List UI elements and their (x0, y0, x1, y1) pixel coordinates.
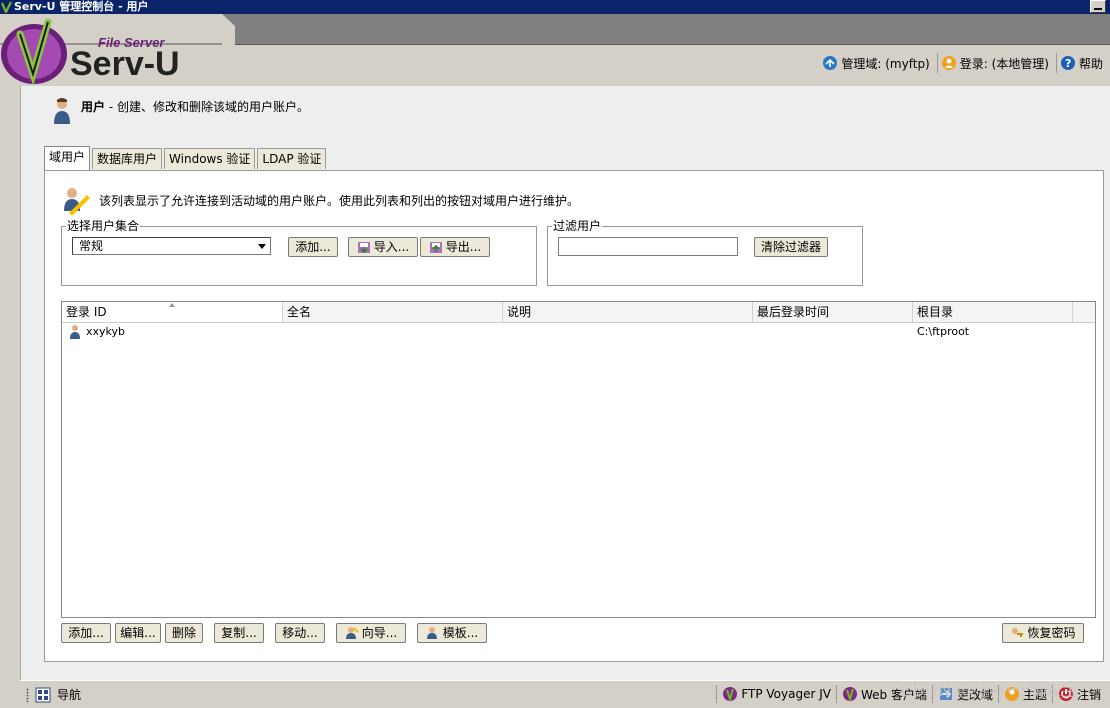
recover-password-button[interactable]: 恢复密码 (1002, 623, 1084, 643)
user-collection-group: 选择用户集合 常规 添加... 导入... 导出... (61, 219, 537, 286)
user-collection-group-title: 选择用户集合 (66, 219, 141, 233)
login-label: 登录: (本地管理) (959, 56, 1049, 71)
navigation-icon (35, 687, 51, 702)
filter-users-group-title: 过滤用户 (552, 219, 603, 233)
help-label: 帮助 (1078, 56, 1103, 71)
page-title: 用户 (81, 100, 106, 114)
nav-label: 导航 (57, 688, 82, 702)
template-label: 模板... (442, 626, 479, 640)
user-row-icon (70, 325, 80, 339)
web-client-link[interactable]: Web 客户端 (835, 685, 932, 703)
tab-database-users[interactable]: 数据库用户 (92, 148, 163, 169)
export-label: 导出... (445, 240, 482, 254)
wizard-icon (345, 627, 359, 639)
add-user-button[interactable]: 添加... (61, 623, 111, 643)
domain-label: 管理域: (myftp) (841, 56, 930, 71)
cell-root-dir: C:\ftproot (917, 325, 970, 338)
page-description: 用户 - 创建、修改和删除该域的用户账户。 (51, 96, 309, 126)
import-label: 导入... (373, 240, 410, 254)
change-domain-icon (939, 688, 952, 700)
template-button[interactable]: 模板... (417, 623, 487, 643)
panel-info-text: 该列表显示了允许连接到活动域的用户账户。使用此列表和列出的按钮对域用户进行维护。 (99, 193, 580, 208)
page-subtitle: - 创建、修改和删除该域的用户账户。 (105, 100, 309, 114)
logout-icon (1058, 687, 1073, 701)
change-domain-label: 更改域 (956, 687, 993, 702)
logout-link[interactable]: 注销 (1051, 685, 1106, 703)
status-links: FTP Voyager JV Web 客户端 更改域 主题 注销 (716, 685, 1106, 703)
filter-users-group: 过滤用户 清除过滤器 (547, 219, 863, 286)
delete-user-button[interactable]: 删除 (165, 623, 203, 643)
tab-ldap-auth[interactable]: LDAP 验证 (257, 148, 327, 169)
user-collection-value: 常规 (79, 239, 104, 253)
chevron-down-icon (258, 244, 266, 249)
user-login-icon (941, 56, 956, 70)
column-login-id[interactable]: 登录 ID (62, 302, 283, 322)
theme-label: 主题 (1022, 687, 1047, 702)
filter-input[interactable] (558, 237, 738, 256)
recover-password-label: 恢复密码 (1027, 626, 1076, 640)
grip-dots-icon (26, 687, 29, 702)
table-row[interactable]: xxykyb C:\ftproot (62, 323, 1095, 341)
ftp-voyager-icon (723, 687, 738, 702)
web-client-label: Web 客户端 (860, 687, 927, 702)
panel-info: 该列表显示了允许连接到活动域的用户账户。使用此列表和列出的按钮对域用户进行维护。 (61, 185, 579, 215)
logout-label: 注销 (1076, 687, 1101, 702)
tab-domain-users[interactable]: 域用户 (44, 146, 91, 170)
column-root-dir[interactable]: 根目录 (913, 302, 1073, 322)
ftp-voyager-link[interactable]: FTP Voyager JV (716, 685, 836, 703)
status-bar: 导航 FTP Voyager JV Web 客户端 更改域 主题 注销 (20, 680, 1110, 708)
copy-user-button[interactable]: 复制... (214, 623, 264, 643)
window-title: Serv-U 管理控制台 - 用户 (14, 0, 149, 13)
domain-icon (823, 56, 838, 70)
login-link[interactable]: 登录: (本地管理) (936, 53, 1052, 73)
user-collection-select[interactable]: 常规 (72, 237, 271, 255)
domain-users-panel: 该列表显示了允许连接到活动域的用户账户。使用此列表和列出的按钮对域用户进行维护。… (44, 170, 1104, 662)
wizard-label: 向导... (361, 626, 398, 640)
export-icon (429, 242, 442, 253)
ftp-voyager-label: FTP Voyager JV (741, 687, 831, 701)
tab-bar: 域用户 数据库用户 Windows 验证 LDAP 验证 (44, 146, 327, 172)
window-titlebar: Serv-U 管理控制台 - 用户 (0, 0, 1110, 14)
user-page-icon (54, 98, 70, 124)
import-button[interactable]: 导入... (348, 237, 418, 257)
help-link[interactable]: ? 帮助 (1055, 53, 1106, 73)
users-page: 用户 - 创建、修改和删除该域的用户账户。 域用户 数据库用户 Windows … (20, 86, 1110, 680)
change-domain-link[interactable]: 更改域 (931, 685, 998, 703)
column-last-login[interactable]: 最后登录时间 (753, 302, 913, 322)
users-table: 登录 ID 全名 说明 最后登录时间 根目录 xxykyb C:\ftproot (61, 301, 1096, 618)
wizard-button[interactable]: 向导... (336, 623, 406, 643)
help-icon: ? (1060, 56, 1075, 70)
svg-text:?: ? (1065, 57, 1071, 70)
cell-login-id: xxykyb (86, 325, 125, 338)
tab-windows-auth[interactable]: Windows 验证 (164, 148, 256, 169)
key-user-icon (1012, 628, 1024, 637)
edit-user-icon (64, 188, 90, 215)
template-icon (426, 627, 437, 639)
move-user-button[interactable]: 移动... (275, 623, 325, 643)
web-client-icon (842, 687, 857, 702)
theme-link[interactable]: 主题 (997, 685, 1052, 703)
column-description[interactable]: 说明 (503, 302, 753, 322)
edit-user-button[interactable]: 编辑... (115, 623, 161, 643)
clear-filter-button[interactable]: 清除过滤器 (754, 237, 828, 257)
app-header: File Server Serv-U 管理域: (myftp) 登录: (本地管… (0, 14, 1110, 86)
domain-link[interactable]: 管理域: (myftp) (819, 53, 932, 73)
minimize-button[interactable] (1090, 0, 1106, 13)
sort-ascending-icon (169, 303, 175, 307)
import-icon (357, 242, 370, 254)
header-links: 管理域: (myftp) 登录: (本地管理) ? 帮助 (819, 52, 1106, 74)
serv-u-logo: File Server Serv-U (0, 14, 235, 86)
users-table-header: 登录 ID 全名 说明 最后登录时间 根目录 (62, 302, 1095, 323)
nav-toggle[interactable]: 导航 (26, 686, 81, 703)
brand-main-text: Serv-U (70, 45, 180, 83)
column-full-name[interactable]: 全名 (283, 302, 503, 322)
export-button[interactable]: 导出... (420, 237, 490, 257)
serv-u-app-icon (1, 1, 12, 13)
theme-icon (1004, 687, 1019, 701)
add-collection-button[interactable]: 添加... (288, 237, 338, 257)
